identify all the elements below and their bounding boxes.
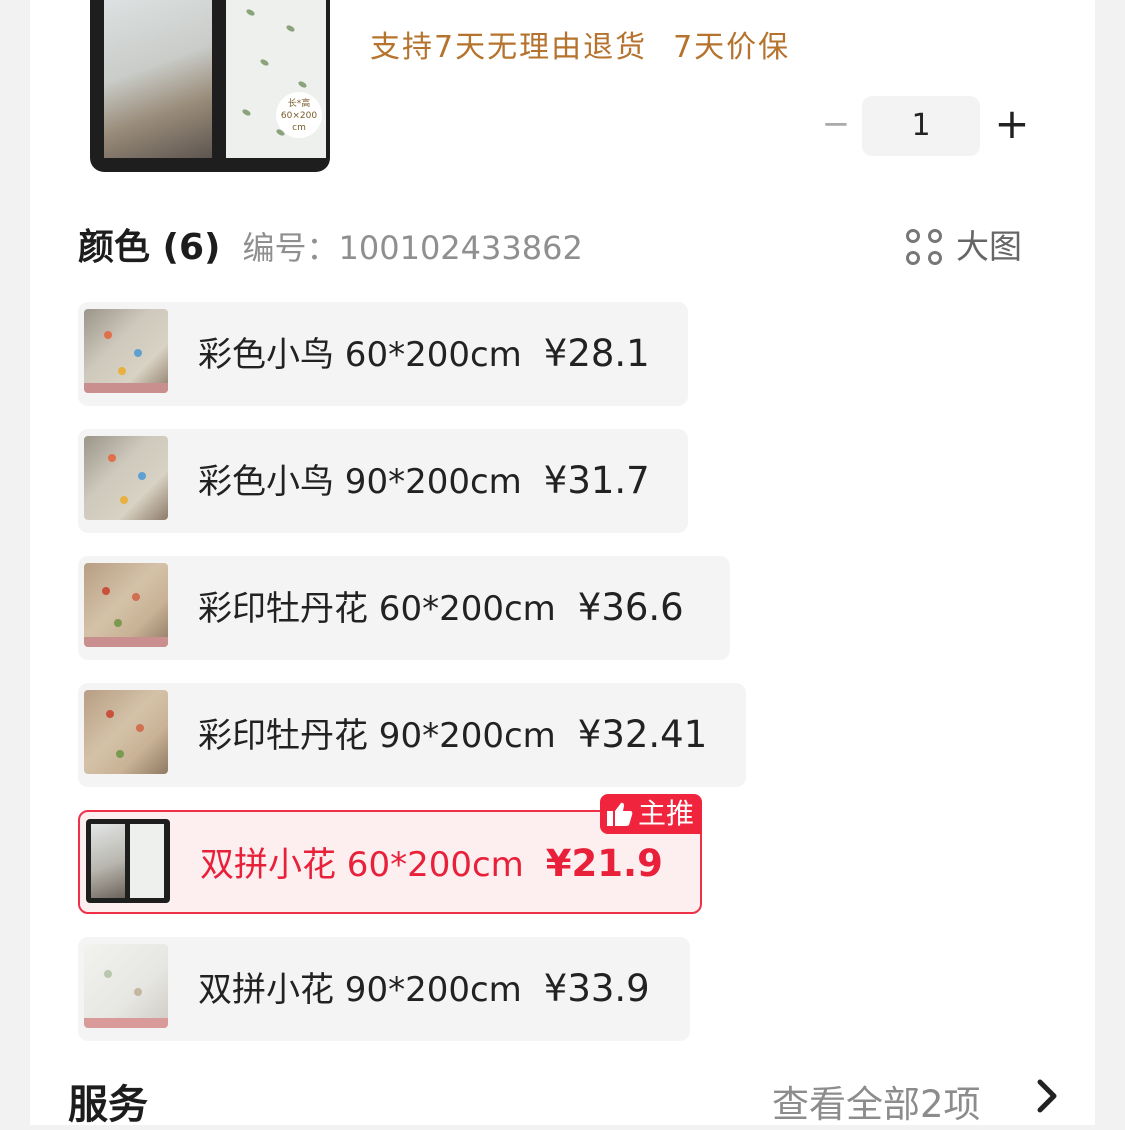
- view-all-services[interactable]: 查看全部2项: [772, 1074, 981, 1128]
- option-label: 彩印牡丹花 60*200cm ¥36.6: [198, 556, 684, 660]
- thumbs-up-icon: [606, 802, 633, 826]
- price-protection: 7天价保: [673, 30, 791, 65]
- option-name: 彩色小鸟 90*200cm: [198, 462, 522, 502]
- option-label: 彩色小鸟 60*200cm ¥28.1: [198, 302, 650, 406]
- color-option[interactable]: 双拼小花 90*200cm ¥33.9: [78, 937, 690, 1041]
- color-option[interactable]: 彩色小鸟 60*200cm ¥28.1: [78, 302, 688, 406]
- color-title: 颜色 (6): [78, 227, 221, 268]
- no-reason-return: 支持7天无理由退货: [370, 30, 648, 65]
- option-label: 彩色小鸟 90*200cm ¥31.7: [198, 429, 650, 533]
- option-name: 彩色小鸟 60*200cm: [198, 335, 522, 375]
- big-image-toggle[interactable]: 大图: [906, 220, 1022, 266]
- color-option-selected[interactable]: 双拼小花 60*200cm ¥21.9 主推: [78, 794, 702, 916]
- option-price: ¥36.6: [577, 586, 684, 629]
- return-policy: 支持7天无理由退货 7天价保: [370, 22, 790, 66]
- color-option[interactable]: 彩印牡丹花 60*200cm ¥36.6: [78, 556, 730, 660]
- option-name: 双拼小花 60*200cm: [200, 845, 524, 885]
- size-tag: 长*高 60×200 cm: [276, 92, 322, 138]
- option-thumbnail: [84, 309, 168, 393]
- product-sheet: 长*高 60×200 cm 支持7天无理由退货 7天价保 − 1 + 颜色 (6)…: [30, 0, 1095, 1128]
- color-option[interactable]: 彩印牡丹花 90*200cm ¥32.41: [78, 683, 746, 787]
- increase-button[interactable]: +: [990, 102, 1034, 146]
- option-price: ¥32.41: [577, 713, 708, 756]
- color-section-header: 颜色 (6) 编号：100102433862: [78, 218, 583, 270]
- option-name: 彩印牡丹花 90*200cm: [198, 716, 556, 756]
- quantity-stepper: − 1 +: [810, 96, 1040, 156]
- option-thumbnail: [84, 944, 168, 1028]
- option-thumbnail: [84, 436, 168, 520]
- decrease-button[interactable]: −: [816, 104, 856, 144]
- option-name: 双拼小花 90*200cm: [198, 970, 522, 1010]
- service-title: 服务: [68, 1082, 148, 1128]
- recommended-badge: 主推: [599, 794, 702, 834]
- option-thumbnail: [86, 819, 170, 903]
- option-price: ¥33.9: [543, 967, 650, 1010]
- option-label: 双拼小花 60*200cm ¥21.9: [200, 812, 663, 916]
- window-view: [104, 0, 212, 158]
- option-label: 双拼小花 90*200cm ¥33.9: [198, 937, 650, 1041]
- option-price: ¥21.9: [545, 842, 663, 885]
- chevron-right-icon[interactable]: [1030, 1076, 1066, 1116]
- grid-icon: [906, 228, 946, 269]
- badge-label: 主推: [637, 797, 694, 830]
- option-thumbnail: [84, 563, 168, 647]
- option-price: ¥28.1: [543, 332, 650, 375]
- option-label: 彩印牡丹花 90*200cm ¥32.41: [198, 683, 707, 787]
- option-name: 彩印牡丹花 60*200cm: [198, 589, 556, 629]
- quantity-input[interactable]: 1: [862, 96, 980, 156]
- big-image-label: 大图: [956, 227, 1022, 266]
- color-option[interactable]: 彩色小鸟 90*200cm ¥31.7: [78, 429, 688, 533]
- option-price: ¥31.7: [543, 459, 650, 502]
- option-thumbnail: [84, 690, 168, 774]
- product-image[interactable]: 长*高 60×200 cm: [90, 0, 330, 172]
- sku-number: 编号：100102433862: [242, 229, 583, 267]
